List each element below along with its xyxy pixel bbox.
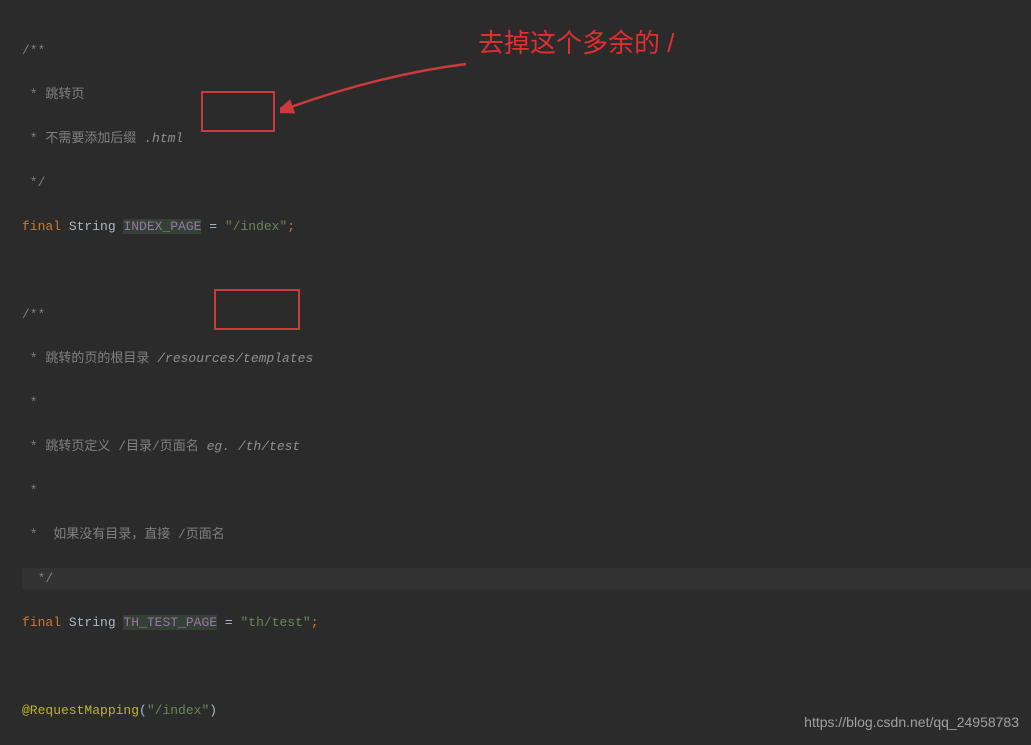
comment: /** [22, 43, 45, 58]
operator: = [201, 219, 224, 234]
keyword-final: final [22, 219, 61, 234]
comment-italic: .html [144, 131, 183, 146]
code-line: * 跳转页定义 /目录/页面名 eg. /th/test [22, 436, 1031, 458]
string-literal: "/index" [225, 219, 287, 234]
comment: * 不需要添加后缀 [22, 131, 144, 146]
code-line [22, 260, 1031, 282]
code-line: /** [22, 304, 1031, 326]
code-line: * 不需要添加后缀 .html [22, 128, 1031, 150]
comment: * 跳转的页的根目录 [22, 351, 157, 366]
code-line [22, 656, 1031, 678]
semicolon: ; [311, 615, 319, 630]
watermark: https://blog.csdn.net/qq_24958783 [804, 711, 1019, 733]
comment: * [22, 395, 38, 410]
keyword-final: final [22, 615, 61, 630]
comment-italic: /resources/templates [157, 351, 313, 366]
comment: /** [22, 307, 45, 322]
comment: * 如果没有目录，直接 /页面名 [22, 527, 225, 542]
code-line: * 跳转页 [22, 84, 1031, 106]
comment: */ [22, 175, 45, 190]
field-th-test-page: TH_TEST_PAGE [123, 615, 217, 630]
type: String [69, 219, 116, 234]
semicolon: ; [287, 219, 295, 234]
callout-text: 去掉这个多余的 / [478, 32, 674, 54]
code-line: * 跳转的页的根目录 /resources/templates [22, 348, 1031, 370]
code-line: final String TH_TEST_PAGE = "th/test"; [22, 612, 1031, 634]
code-line: * [22, 480, 1031, 502]
code-line-highlighted: */ [22, 568, 1031, 590]
comment: */ [30, 571, 53, 586]
code-line: */ [22, 172, 1031, 194]
comment: * 跳转页 [22, 87, 84, 102]
annotation: @RequestMapping [22, 703, 139, 718]
code-line: * [22, 392, 1031, 414]
string-literal: "/index" [147, 703, 209, 718]
comment-italic: eg. /th/test [207, 439, 301, 454]
comment: * [22, 483, 38, 498]
comment: * 跳转页定义 /目录/页面名 [22, 439, 207, 454]
code-editor: /** * 跳转页 * 不需要添加后缀 .html */ final Strin… [0, 0, 1031, 745]
code-line: * 如果没有目录，直接 /页面名 [22, 524, 1031, 546]
code-line: final String INDEX_PAGE = "/index"; [22, 216, 1031, 238]
field-index-page: INDEX_PAGE [123, 219, 201, 234]
string-literal: "th/test" [240, 615, 310, 630]
type: String [69, 615, 116, 630]
operator: = [217, 615, 240, 630]
